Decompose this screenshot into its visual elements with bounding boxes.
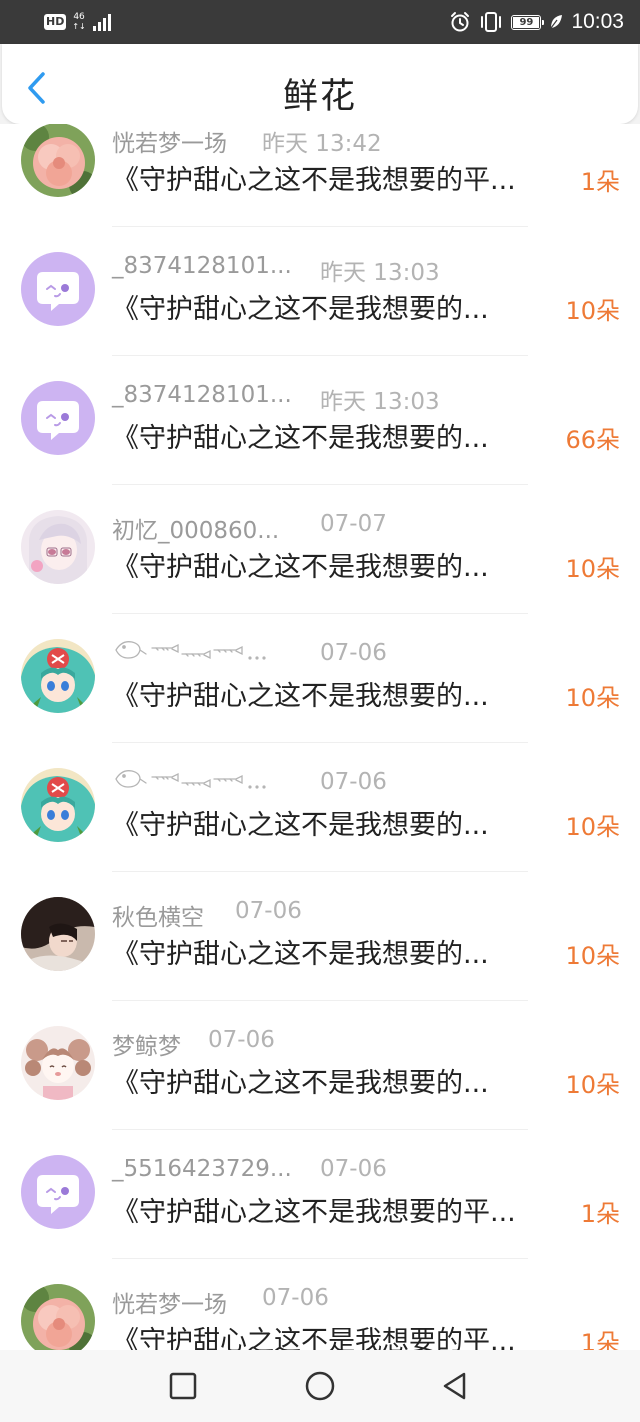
- status-right: 99 10:03: [449, 8, 624, 36]
- anime-boy-avatar[interactable]: [21, 768, 95, 842]
- home-button[interactable]: [302, 1368, 338, 1404]
- message-text: 《守护甜心之这不是我想要的...: [112, 681, 489, 712]
- timestamp: 07-06: [235, 898, 302, 924]
- timestamp: 昨天 13:03: [320, 389, 440, 415]
- alarm-icon: [451, 12, 470, 32]
- square-icon: [169, 1372, 197, 1400]
- message-text: 《守护甜心之这不是我想要的平...: [112, 1197, 516, 1228]
- flower-count: 1朵: [580, 1329, 620, 1350]
- leaf-icon: [550, 15, 563, 29]
- header-bar: 鲜花: [2, 44, 638, 124]
- timestamp: 07-06: [208, 1027, 275, 1053]
- user-name-doodle[interactable]: [112, 636, 272, 670]
- status-bar: HD 46 ↑↓ 99 10:03: [0, 0, 640, 44]
- circle-icon: [305, 1371, 335, 1401]
- timestamp: 昨天 13:42: [262, 131, 382, 157]
- message-text: 《守护甜心之这不是我想要的平...: [112, 1326, 516, 1350]
- list-item[interactable]: 秋色横空 07-06 《守护甜心之这不是我想要的... 10朵: [0, 872, 640, 1001]
- user-name[interactable]: 梦鲸梦: [112, 1027, 181, 1061]
- timestamp: 07-06: [320, 640, 387, 666]
- chat-bubble-avatar[interactable]: [21, 252, 95, 326]
- signal-icon: [92, 14, 111, 31]
- flower-gift-list[interactable]: 恍若梦一场 昨天 13:42 《守护甜心之这不是我想要的平... 1朵 _837412…: [0, 124, 640, 1350]
- page-title: 鲜花: [282, 77, 357, 117]
- clock: 10:03: [571, 10, 624, 33]
- header-area: 鲜花: [0, 44, 640, 130]
- list-item[interactable]: 恍若梦一场 07-06 《守护甜心之这不是我想要的平... 1朵: [0, 1259, 640, 1350]
- navigation-bar: [0, 1350, 640, 1422]
- list-item[interactable]: 07-06 《守护甜心之这不是我想要的... 10朵: [0, 743, 640, 872]
- battery-level: 99: [519, 16, 534, 28]
- message-text: 《守护甜心之这不是我想要的...: [112, 810, 489, 841]
- timestamp: 07-06: [320, 769, 387, 795]
- flower-count: 10朵: [565, 1071, 620, 1099]
- flower-count: 10朵: [565, 684, 620, 712]
- chat-bubble-avatar[interactable]: [21, 1155, 95, 1229]
- anime-boy-avatar[interactable]: [21, 639, 95, 713]
- user-name[interactable]: _5516423729...: [112, 1156, 292, 1182]
- flower-avatar[interactable]: [21, 1284, 95, 1350]
- list-item[interactable]: 初忆_000860... 07-07 《守护甜心之这不是我想要的... 10朵: [0, 485, 640, 614]
- flower-count: 1朵: [580, 168, 620, 196]
- sketch-girl-avatar[interactable]: [21, 1026, 95, 1100]
- flower-count: 10朵: [565, 555, 620, 583]
- user-name[interactable]: 恍若梦一场: [112, 124, 227, 158]
- flower-count: 10朵: [565, 297, 620, 325]
- message-text: 《守护甜心之这不是我想要的...: [112, 552, 489, 583]
- message-text: 《守护甜心之这不是我想要的...: [112, 1068, 489, 1099]
- user-name[interactable]: 初忆_000860...: [112, 511, 279, 545]
- battery-icon: 99: [511, 14, 545, 30]
- system-back-button[interactable]: [437, 1368, 473, 1404]
- flower-count: 10朵: [565, 942, 620, 970]
- message-text: 《守护甜心之这不是我想要的...: [112, 423, 489, 454]
- list-item[interactable]: _5516423729... 07-06 《守护甜心之这不是我想要的平... 1朵: [0, 1130, 640, 1259]
- message-text: 《守护甜心之这不是我想要的平...: [112, 165, 516, 196]
- flower-count: 1朵: [580, 1200, 620, 1228]
- network-type: 46 ↑↓: [72, 12, 86, 32]
- timestamp: 昨天 13:03: [320, 260, 440, 286]
- recent-apps-button[interactable]: [165, 1368, 201, 1404]
- user-name-doodle[interactable]: [112, 765, 272, 799]
- list-item[interactable]: 梦鲸梦 07-06 《守护甜心之这不是我想要的... 10朵: [0, 1001, 640, 1130]
- hd-badge: HD: [44, 14, 67, 30]
- user-name[interactable]: 恍若梦一场: [112, 1285, 227, 1319]
- user-name[interactable]: _8374128101...: [112, 253, 292, 279]
- photo-girl-avatar[interactable]: [21, 897, 95, 971]
- vibrate-icon: [481, 12, 502, 32]
- flower-avatar[interactable]: [21, 124, 95, 197]
- message-text: 《守护甜心之这不是我想要的...: [112, 294, 489, 325]
- timestamp: 07-07: [320, 511, 387, 537]
- flower-count: 66朵: [565, 426, 620, 454]
- anime-girl-avatar[interactable]: [21, 510, 95, 584]
- list-item[interactable]: 恍若梦一场 昨天 13:42 《守护甜心之这不是我想要的平... 1朵: [0, 124, 640, 227]
- list-item[interactable]: _8374128101... 昨天 13:03 《守护甜心之这不是我想要的... 66…: [0, 356, 640, 485]
- network-label: 46: [73, 12, 85, 22]
- timestamp: 07-06: [262, 1285, 329, 1311]
- message-text: 《守护甜心之这不是我想要的...: [112, 939, 489, 970]
- user-name[interactable]: _8374128101...: [112, 382, 292, 408]
- triangle-back-icon: [443, 1372, 466, 1400]
- user-name[interactable]: 秋色横空: [112, 898, 204, 932]
- chat-bubble-avatar[interactable]: [21, 381, 95, 455]
- status-left: HD 46 ↑↓: [44, 10, 114, 34]
- flower-count: 10朵: [565, 813, 620, 841]
- timestamp: 07-06: [320, 1156, 387, 1182]
- list-item[interactable]: 07-06 《守护甜心之这不是我想要的... 10朵: [0, 614, 640, 743]
- list-item[interactable]: _8374128101... 昨天 13:03 《守护甜心之这不是我想要的... 10…: [0, 227, 640, 356]
